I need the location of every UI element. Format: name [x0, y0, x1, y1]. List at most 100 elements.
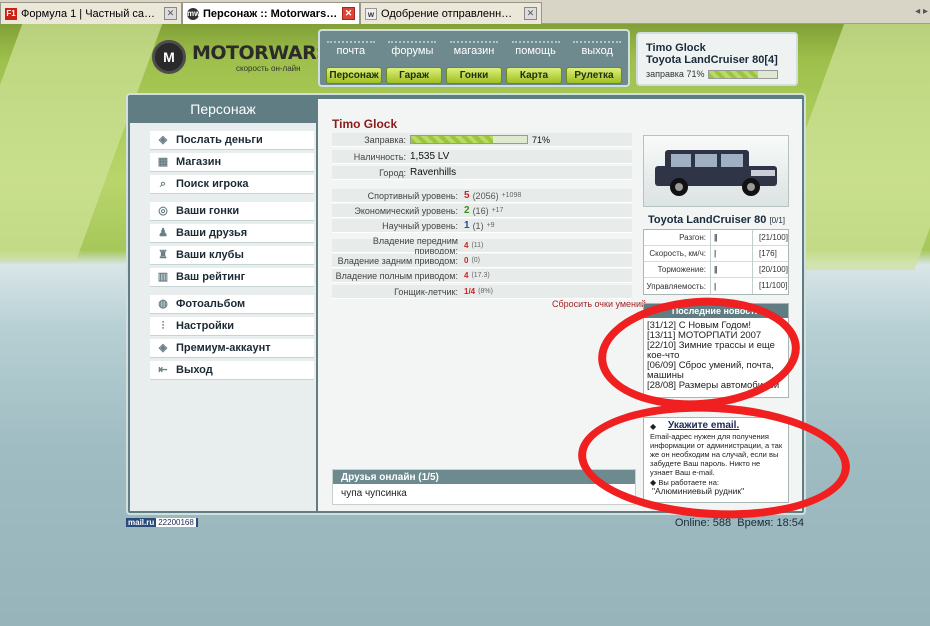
- sidebar-group: ◍ Фотоальбом ⫶ Настройки ◈ Премиум-аккаунт …: [130, 295, 316, 380]
- car-stat-row: Управляемость: | [11/100]: [644, 278, 788, 294]
- rating-icon: ▥: [157, 271, 169, 283]
- fuel-bar: [708, 69, 779, 79]
- browser-tab-title: Формула 1 | Частный сайт о большин...: [21, 7, 160, 20]
- racer-points: (8%): [478, 288, 493, 295]
- sidebar-item-settings[interactable]: ⫶ Настройки: [150, 317, 314, 336]
- sidebar-item-label: Ваши гонки: [176, 205, 240, 217]
- nav-button-races[interactable]: Гонки: [446, 67, 502, 84]
- car-stat-value: [11/100]: [752, 278, 788, 294]
- nav-link-shop[interactable]: магазин: [449, 41, 498, 57]
- car-photo[interactable]: [643, 135, 789, 207]
- level-points: (1): [472, 220, 484, 231]
- car-stat-bar: |: [714, 249, 717, 258]
- level-value: 2: [464, 205, 470, 216]
- sidebar-item-photo-album[interactable]: ◍ Фотоальбом: [150, 295, 314, 314]
- browser-tab[interactable]: F1 Формула 1 | Частный сайт о большин...…: [0, 2, 182, 24]
- sidebar-item-rating[interactable]: ▥ Ваш рейтинг: [150, 268, 314, 287]
- car-model[interactable]: Toyota LandCruiser 80: [648, 214, 766, 226]
- current-car-name[interactable]: Toyota LandCruiser 80[4]: [646, 54, 788, 66]
- level-row: Научный уровень: 1 (1) +9: [332, 219, 632, 233]
- work-place[interactable]: "Алюминиевый рудник": [648, 487, 784, 496]
- cash-value: 1,535 LV: [410, 151, 450, 162]
- sidebar-item-label: Ваш рейтинг: [176, 271, 246, 283]
- clubs-icon: ♜: [158, 249, 168, 261]
- skill-row: Владение полным приводом: 4 (17.3): [332, 269, 632, 283]
- close-icon[interactable]: ✕: [164, 7, 177, 20]
- player-name[interactable]: Timo Glock: [646, 42, 788, 54]
- wordpress-favicon-icon: w: [365, 7, 377, 20]
- level-delta: +17: [491, 207, 504, 214]
- sidebar-item-exit[interactable]: ⇤ Выход: [150, 361, 314, 380]
- racer-row: Гонщик-летчик: 1/4 (8%): [332, 285, 632, 299]
- car-stat-bar: |: [714, 281, 717, 291]
- reset-skills-link[interactable]: Сбросить очки умений: [552, 299, 646, 309]
- content-area: Timo Glock Заправка: 71% Наличность: 1,5…: [318, 99, 802, 511]
- sidebar-item-label: Выход: [176, 364, 213, 376]
- browser-tab[interactable]: w Одобрение отправленных посетите... ✕: [360, 2, 542, 24]
- browser-tab-active[interactable]: mw Персонаж :: Motorwars.ru ✕: [182, 2, 360, 24]
- sidebar-item-friends[interactable]: ♟ Ваши друзья: [150, 224, 314, 243]
- car-stat-row: Торможение: || [20/100]: [644, 261, 788, 278]
- car-stat-value: [21/100]: [752, 229, 788, 246]
- car-stats-table: Разгон: || [21/100] Скорость, км/ч: | [176] …: [643, 229, 789, 295]
- browser-tab-title: Персонаж :: Motorwars.ru: [203, 7, 338, 20]
- sidebar-item-label: Магазин: [176, 156, 222, 168]
- level-label: Экономический уровень:: [354, 205, 458, 216]
- sidebar-item-races[interactable]: ◎ Ваши гонки: [150, 202, 314, 221]
- mailru-counter[interactable]: mail.ru 22200168: [126, 518, 198, 527]
- nav-link-forums[interactable]: форумы: [388, 41, 437, 57]
- wheel-icon: ◎: [158, 205, 168, 217]
- nav-button-map[interactable]: Карта: [506, 67, 562, 84]
- tab-scroll-arrows-icon[interactable]: ◂ ▸: [915, 6, 928, 17]
- fuel-bar-fill: [709, 70, 758, 78]
- car-stat-label: Торможение:: [657, 265, 706, 274]
- shop-icon: ▦: [157, 156, 169, 168]
- nav-link-help[interactable]: помощь: [511, 41, 560, 57]
- browser-tab-bar: F1 Формула 1 | Частный сайт о большин...…: [0, 0, 930, 24]
- level-row: Спортивный уровень: 5 (2056) +1098: [332, 189, 632, 203]
- counter-label: mail.ru: [128, 518, 155, 527]
- nav-button-garage[interactable]: Гараж: [386, 67, 442, 84]
- premium-icon: ◈: [158, 342, 168, 354]
- level-row: Экономический уровень: 2 (16) +17: [332, 204, 632, 218]
- level-value: 1: [464, 220, 470, 231]
- money-icon: ◈: [158, 134, 168, 146]
- news-item[interactable]: [28/08] Размеры автомобилей: [647, 381, 785, 391]
- sidebar-item-label: Послать деньги: [176, 134, 263, 146]
- sidebar-item-send-money[interactable]: ◈ Послать деньги: [150, 131, 314, 150]
- browser-tab-title: Одобрение отправленных посетите...: [381, 7, 520, 20]
- close-icon[interactable]: ✕: [524, 7, 537, 20]
- logo-mark-icon: M: [152, 40, 186, 74]
- sidebar-item-premium[interactable]: ◈ Премиум-аккаунт: [150, 339, 314, 358]
- fuel-progress-bar: [410, 135, 528, 144]
- nav-link-mail[interactable]: почта: [326, 41, 375, 57]
- cash-label: Наличность:: [353, 151, 406, 162]
- sidebar-item-clubs[interactable]: ♜ Ваши клубы: [150, 246, 314, 265]
- nav-button-roulette[interactable]: Рулетка: [566, 67, 622, 84]
- car-stat-label: Разгон:: [679, 233, 706, 242]
- sidebar-title: Персонаж: [190, 101, 256, 117]
- camera-icon: ◍: [158, 298, 168, 310]
- news-item[interactable]: [22/10] Зимние трассы и еще кое-что: [647, 341, 785, 361]
- close-icon[interactable]: ✕: [342, 7, 355, 20]
- sidebar-item-find-player[interactable]: ⌕ Поиск игрока: [150, 175, 314, 194]
- level-points: (16): [472, 205, 489, 216]
- sidebar-item-shop[interactable]: ▦ Магазин: [150, 153, 314, 172]
- nav-link-logout[interactable]: выход: [573, 41, 622, 57]
- main-panel: Персонаж ◈ Послать деньги ▦ Магазин ⌕ Поиск…: [126, 93, 806, 515]
- cash-row: Наличность: 1,535 LV: [332, 150, 632, 164]
- car-stat-label: Управляемость:: [646, 281, 706, 291]
- nav-button-character[interactable]: Персонаж: [326, 67, 382, 84]
- news-item[interactable]: [06/09] Сброс умений, почта, машины: [647, 361, 785, 381]
- skill-label: Владение полным приводом:: [335, 270, 458, 281]
- racer-label: Гонщик-летчик:: [394, 286, 458, 297]
- specify-email-link[interactable]: Укажите email.: [668, 421, 784, 431]
- settings-icon: ⫶: [161, 320, 165, 332]
- search-icon: ⌕: [159, 178, 167, 190]
- current-car-box: Timo Glock Toyota LandCruiser 80[4] запр…: [636, 32, 798, 86]
- skill-points: (0): [471, 257, 481, 264]
- friends-online-title: Друзья онлайн (1/5): [333, 470, 635, 484]
- friend-name[interactable]: чупа чупсинка: [333, 484, 635, 503]
- car-slot: [0/1]: [769, 216, 786, 225]
- server-status: Online: 588 Время: 18:54: [675, 517, 804, 529]
